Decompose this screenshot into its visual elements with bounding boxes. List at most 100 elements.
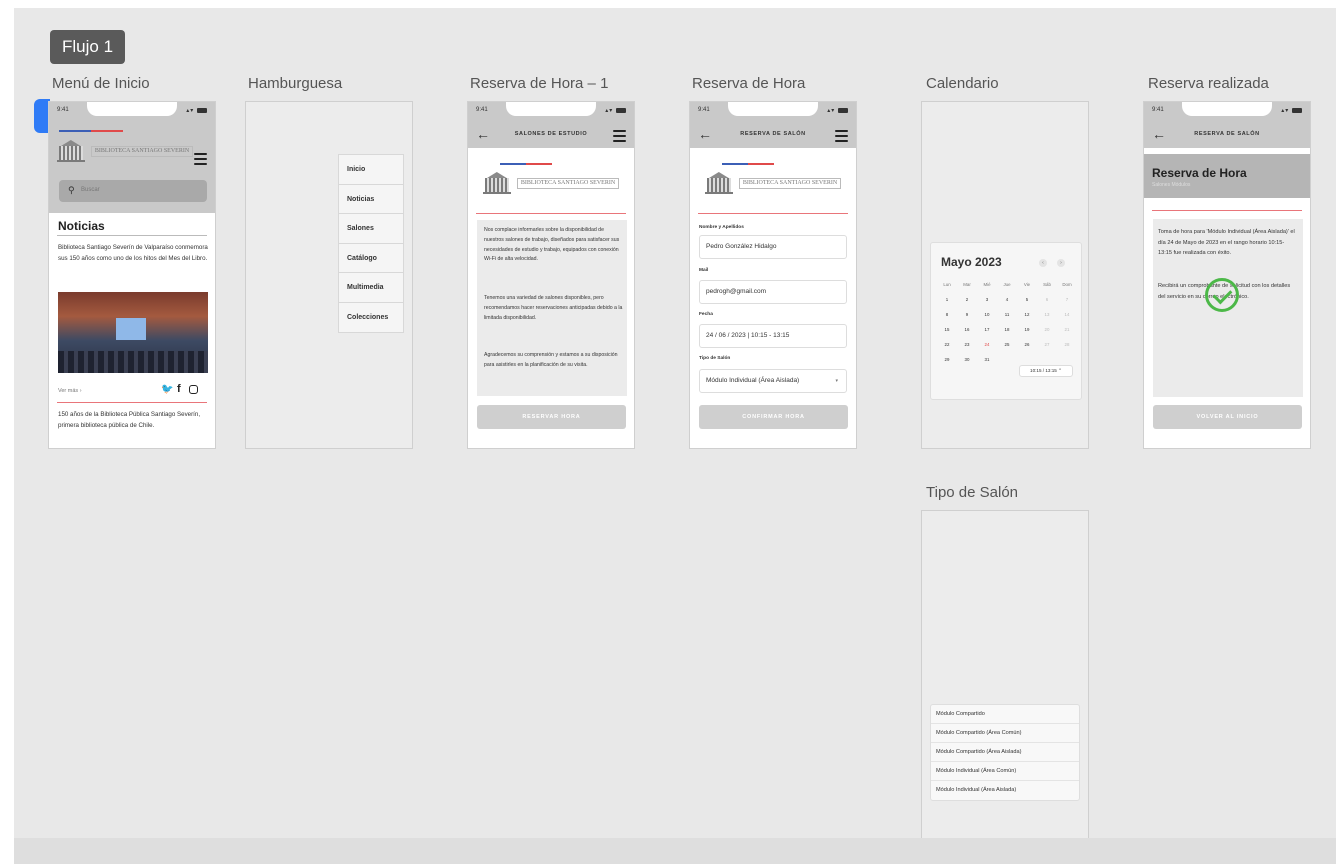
- calendar-day[interactable]: 4: [997, 292, 1017, 307]
- calendar-day[interactable]: 10: [977, 307, 997, 322]
- name-field[interactable]: Pedro González Hidalgo: [699, 235, 847, 259]
- option-item[interactable]: Módulo Individual (Área Aislada): [931, 781, 1079, 800]
- menu-item-multimedia[interactable]: Multimedia: [339, 273, 403, 303]
- weekday-label: Mar: [963, 282, 971, 287]
- option-item[interactable]: Módulo Individual (Área Común): [931, 762, 1079, 781]
- option-item[interactable]: Módulo Compartido (Área Aislada): [931, 743, 1079, 762]
- status-icons: ▴▾: [186, 107, 207, 114]
- calendar-day[interactable]: 12: [1017, 307, 1037, 322]
- calendar-day[interactable]: 18: [997, 322, 1017, 337]
- mail-field[interactable]: pedrogh@gmail.com: [699, 280, 847, 304]
- calendar-day[interactable]: 11: [997, 307, 1017, 322]
- frame-title-menu[interactable]: Menú de Inicio: [52, 75, 150, 92]
- weekday-label: Lun: [943, 282, 951, 287]
- status-bar: 9:41 ▴▾: [49, 102, 215, 124]
- weekday-label: Dom: [1062, 282, 1072, 287]
- menu-item-noticias[interactable]: Noticias: [339, 184, 403, 214]
- calendar-day[interactable]: 6: [1037, 292, 1057, 307]
- frame-tipo-salon[interactable]: Módulo Compartido Módulo Compartido (Áre…: [921, 510, 1089, 856]
- calendar-day[interactable]: 30: [957, 352, 977, 367]
- calendar-day[interactable]: 27: [1037, 337, 1057, 352]
- calendar-day[interactable]: 8: [937, 307, 957, 322]
- phone-notch: [1182, 102, 1272, 116]
- status-icons: ▴▾: [605, 107, 626, 114]
- frame-reserva-realizada[interactable]: 9:41 ▴▾ ← RESERVA DE SALÓN Reserva de Ho…: [1143, 101, 1311, 449]
- type-select[interactable]: Módulo Individual (Área Aislada) ▾: [699, 369, 847, 393]
- calendar-day[interactable]: 21: [1057, 322, 1077, 337]
- divider-red: [698, 213, 848, 214]
- confirmar-hora-button[interactable]: CONFIRMAR HORA: [699, 405, 848, 429]
- frame-title-calendario[interactable]: Calendario: [926, 75, 999, 92]
- search-placeholder: Buscar: [81, 187, 100, 193]
- calendar-day[interactable]: 28: [1057, 337, 1077, 352]
- calendar-day[interactable]: 9: [957, 307, 977, 322]
- phone-notch: [506, 102, 596, 116]
- time-range-value: 10:15 / 13:15: [1030, 368, 1057, 373]
- date-field[interactable]: 24 / 06 / 2023 | 10:15 - 13:15: [699, 324, 847, 348]
- hamburger-menu-icon[interactable]: [194, 153, 207, 168]
- prev-month-button[interactable]: ‹: [1039, 259, 1047, 267]
- frame-title-realizada[interactable]: Reserva realizada: [1148, 75, 1269, 92]
- frame-reserva-1[interactable]: 9:41 ▴▾ ← SALONES DE ESTUDIO BIBLIOTECA …: [467, 101, 635, 449]
- status-time: 9:41: [476, 107, 488, 113]
- calendar-day[interactable]: 2: [957, 292, 977, 307]
- menu-item-colecciones[interactable]: Colecciones: [339, 302, 403, 332]
- option-item[interactable]: Módulo Compartido: [931, 705, 1079, 724]
- frame-title-tipo[interactable]: Tipo de Salón: [926, 484, 1018, 501]
- frame-title-reserva1[interactable]: Reserva de Hora – 1: [470, 75, 608, 92]
- calendar-day[interactable]: 1: [937, 292, 957, 307]
- calendar-month: Mayo 2023: [941, 255, 1002, 269]
- calendar-day[interactable]: 29: [937, 352, 957, 367]
- menu-item-inicio[interactable]: Inicio: [339, 155, 403, 185]
- calendar-day[interactable]: 22: [937, 337, 957, 352]
- frame-title-hamburguesa[interactable]: Hamburguesa: [248, 75, 342, 92]
- hamburger-menu-icon[interactable]: [835, 130, 848, 145]
- calendar-day[interactable]: 5: [1017, 292, 1037, 307]
- facebook-icon[interactable]: f: [177, 383, 181, 395]
- battery-icon: [616, 107, 626, 113]
- calendar-day[interactable]: 3: [977, 292, 997, 307]
- news-image[interactable]: [58, 292, 208, 373]
- frame-menu-inicio[interactable]: 9:41 ▴▾ BIBLIOTECA SANTIAGO SEVERIN ⚲ Bu…: [48, 101, 216, 449]
- calendar-day[interactable]: 24: [977, 337, 997, 352]
- logo-text: BIBLIOTECA SANTIAGO SEVERIN: [90, 145, 194, 157]
- time-range-picker[interactable]: 10:15 / 13:15 ⌃: [1019, 365, 1073, 377]
- design-canvas: Flujo 1 Menú de Inicio Hamburguesa Reser…: [14, 8, 1336, 864]
- calendar-day[interactable]: 17: [977, 322, 997, 337]
- menu-item-catalogo[interactable]: Catálogo: [339, 243, 403, 273]
- see-more-link[interactable]: Ver más ›: [58, 388, 82, 394]
- calendar-day[interactable]: 25: [997, 337, 1017, 352]
- calendar-day[interactable]: 19: [1017, 322, 1037, 337]
- frame-title-reserva[interactable]: Reserva de Hora: [692, 75, 805, 92]
- calendar-day[interactable]: 14: [1057, 307, 1077, 322]
- app-header: 9:41 ▴▾ ← RESERVA DE SALÓN: [690, 102, 856, 148]
- calendar-day[interactable]: 13: [1037, 307, 1057, 322]
- frame-hamburguesa[interactable]: Inicio Noticias Salones Catálogo Multime…: [245, 101, 413, 449]
- mail-label: Mail: [699, 268, 709, 273]
- calendar-day[interactable]: 23: [957, 337, 977, 352]
- search-bar[interactable]: ⚲ Buscar: [59, 180, 207, 202]
- calendar-day[interactable]: 20: [1037, 322, 1057, 337]
- instagram-icon[interactable]: [189, 385, 198, 394]
- hamburger-menu-icon[interactable]: [613, 130, 626, 145]
- header-title: RESERVA DE SALÓN: [1194, 131, 1260, 137]
- option-item[interactable]: Módulo Compartido (Área Común): [931, 724, 1079, 743]
- calendar-day[interactable]: 7: [1057, 292, 1077, 307]
- frame-reserva[interactable]: 9:41 ▴▾ ← RESERVA DE SALÓN BIBLIOTECA SA…: [689, 101, 857, 449]
- menu-item-salones[interactable]: Salones: [339, 214, 403, 244]
- reservar-hora-button[interactable]: RESERVAR HORA: [477, 405, 626, 429]
- calendar-day[interactable]: 16: [957, 322, 977, 337]
- twitter-icon[interactable]: 🐦: [161, 384, 173, 395]
- calendar-week-row: 15 16 17 18 19 20 21: [937, 322, 1077, 337]
- flow-label[interactable]: Flujo 1: [50, 30, 126, 64]
- calendar-day[interactable]: 26: [1017, 337, 1037, 352]
- next-month-button[interactable]: ›: [1057, 259, 1065, 267]
- calendar-day[interactable]: 31: [977, 352, 997, 367]
- app-header: 9:41 ▴▾ ← SALONES DE ESTUDIO: [468, 102, 634, 148]
- name-label: Nombre y Apellidos: [699, 225, 744, 230]
- logo-text: BIBLIOTECA SANTIAGO SEVERIN: [516, 177, 620, 189]
- frame-calendario[interactable]: Mayo 2023 ‹ › Lun Mar Mié Jue Vie Sáb Dom 1 2 3 4 5…: [921, 101, 1089, 449]
- calendar-day[interactable]: 15: [937, 322, 957, 337]
- volver-inicio-button[interactable]: VOLVER AL INICIO: [1153, 405, 1302, 429]
- screen-in-photo: [116, 318, 146, 340]
